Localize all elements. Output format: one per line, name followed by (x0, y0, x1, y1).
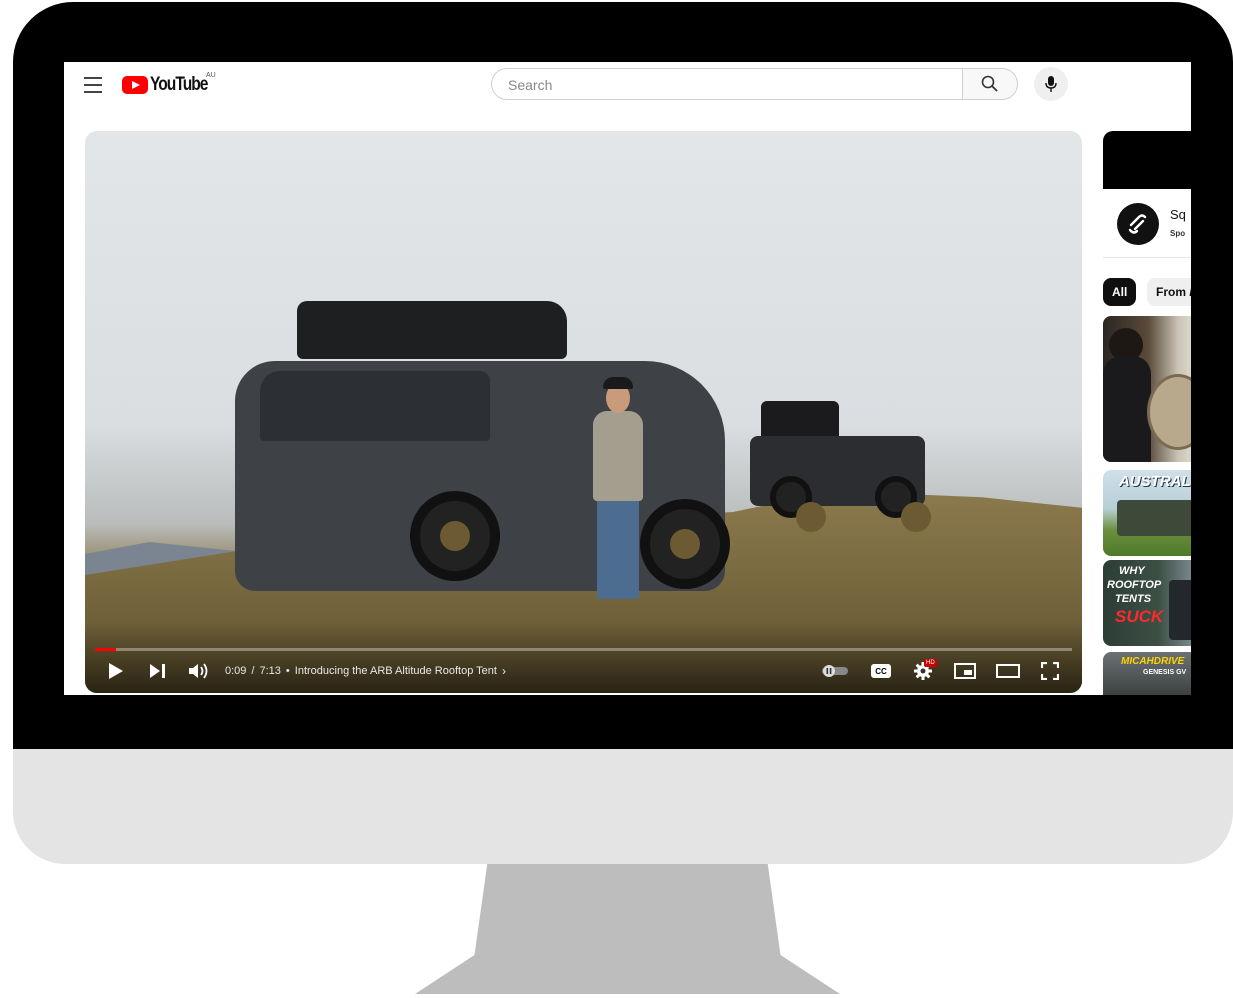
recommended-video-thumbnail[interactable]: AUSTRALIAS (1103, 470, 1191, 556)
progress-bar[interactable] (95, 648, 1072, 651)
miniplayer-icon (954, 663, 976, 679)
search-button[interactable] (962, 68, 1018, 100)
hd-badge: HD (924, 659, 937, 667)
next-button[interactable] (147, 659, 169, 683)
subtitles-button[interactable]: CC (869, 659, 893, 683)
volume-button[interactable] (187, 659, 211, 683)
video-scene-presenter (593, 411, 643, 501)
theater-icon (996, 664, 1020, 678)
fullscreen-icon (1041, 662, 1059, 680)
video-scene-presenter-legs (597, 499, 639, 599)
current-time: 0:09 (225, 665, 247, 677)
chapter-title: Introducing the ARB Altitude Rooftop Ten… (294, 665, 497, 677)
sponsor-card[interactable]: Sq Spo (1103, 189, 1191, 258)
miniplayer-button[interactable] (953, 659, 977, 683)
recommended-video-thumbnail[interactable]: MICAHDRIVE GENESIS GV (1103, 652, 1191, 695)
mic-icon (1045, 76, 1057, 92)
autoplay-toggle[interactable] (820, 659, 850, 683)
thumbnail-title-text: AUSTRALIAS (1119, 473, 1191, 490)
thumbnail-line-suck: SUCK (1115, 607, 1164, 626)
video-scene-wheel (410, 491, 500, 581)
region-code: AU (206, 72, 216, 79)
thumbnail-subtitle-text: GENESIS GV (1143, 669, 1187, 676)
youtube-play-icon (122, 76, 148, 94)
thumbnail-line-why: WHY (1119, 565, 1145, 577)
chapter-bullet: • (285, 665, 290, 677)
duration: 7:13 (259, 665, 281, 677)
time-and-chapter[interactable]: 0:09 / 7:13 • Introducing the ARB Altitu… (225, 661, 506, 681)
thumbnail-channel-text: MICAHDRIVE (1121, 656, 1185, 667)
theater-mode-button[interactable] (995, 659, 1021, 683)
chip-all[interactable]: All (1103, 278, 1137, 306)
video-scene-wheel (640, 499, 730, 589)
play-button[interactable] (105, 659, 127, 683)
play-icon (109, 663, 123, 679)
voice-search-button[interactable] (1034, 67, 1068, 101)
recommended-video-thumbnail[interactable] (1103, 316, 1191, 462)
player-controls: 0:09 / 7:13 • Introducing the ARB Altitu… (85, 655, 1082, 687)
sponsored-label: Spo (1170, 229, 1186, 238)
settings-button[interactable]: HD (911, 659, 937, 683)
monitor-chin (13, 749, 1233, 864)
fullscreen-button[interactable] (1038, 659, 1062, 683)
video-scene-wheel (770, 476, 826, 532)
search-box (491, 68, 963, 100)
next-icon (150, 664, 165, 678)
search-input[interactable] (506, 76, 950, 94)
sidebar-ad-banner[interactable] (1103, 131, 1191, 189)
chip-from-channel[interactable]: From / (1147, 278, 1191, 306)
monitor-stand (415, 864, 840, 994)
time-separator: / (251, 665, 255, 677)
subtitles-icon: CC (871, 664, 891, 678)
youtube-logo[interactable]: YouTube AU (122, 72, 220, 96)
browser-screen: YouTube AU Search 0:09 / 7:13 • Introduc… (64, 62, 1191, 695)
menu-icon[interactable] (84, 77, 102, 93)
video-player[interactable]: 0:09 / 7:13 • Introducing the ARB Altitu… (85, 131, 1082, 693)
video-scene-wheel (875, 476, 931, 532)
recommended-video-thumbnail[interactable]: WHY ROOFTOP TENTS SUCK (1103, 560, 1191, 646)
autoplay-toggle-icon (822, 665, 848, 677)
thumbnail-line-rooftop: ROOFTOP (1107, 579, 1162, 591)
progress-played (95, 648, 116, 651)
thumbnail-line-tents: TENTS (1115, 593, 1152, 605)
logo-text: YouTube (150, 74, 208, 95)
video-scene-presenter-cap (603, 377, 633, 389)
video-scene-suv-window (260, 371, 490, 441)
squarespace-logo-icon (1117, 203, 1159, 245)
video-scene-rooftop-tent (297, 301, 567, 359)
search-icon (981, 75, 998, 92)
chapter-chevron-icon: › (501, 664, 506, 678)
sponsor-name: Sq (1170, 207, 1186, 222)
volume-icon (189, 663, 208, 679)
